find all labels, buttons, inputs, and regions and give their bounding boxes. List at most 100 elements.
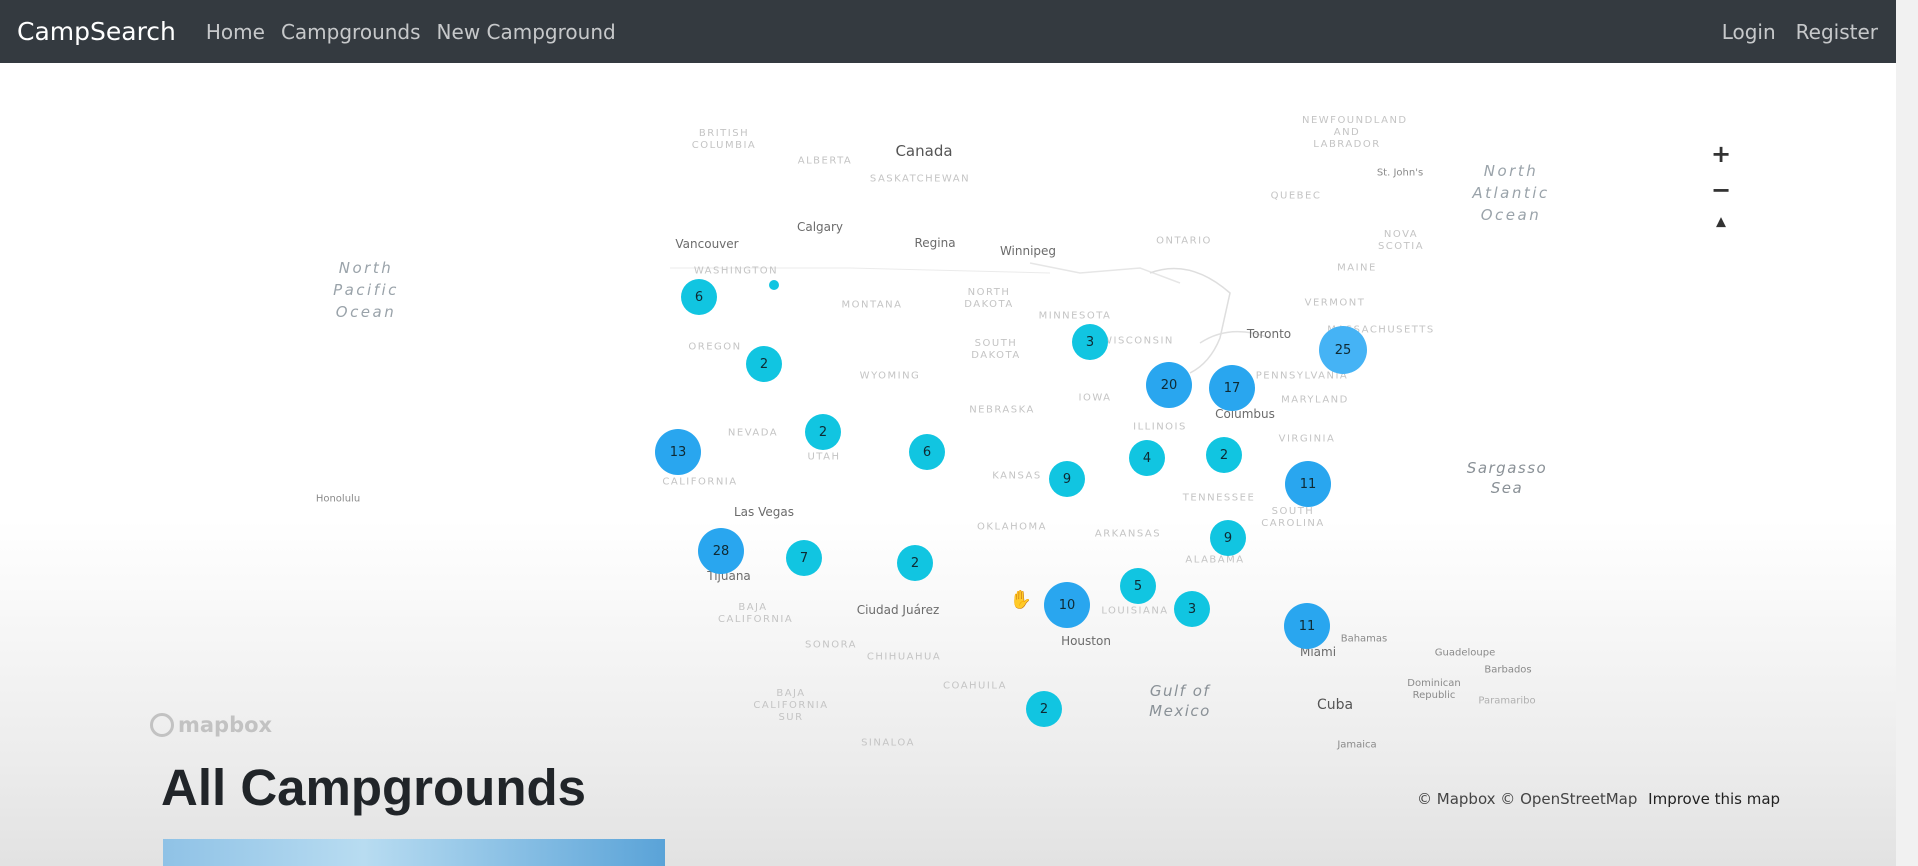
cluster-marker[interactable]: 2 — [897, 545, 933, 581]
region-label: MINNESOTA — [1038, 310, 1112, 322]
ocean-label-north-atlantic: North Atlantic Ocean — [1472, 160, 1549, 226]
nav-new-campground-link[interactable]: New Campground — [437, 20, 616, 44]
cluster-marker[interactable]: 2 — [746, 346, 782, 382]
cluster-marker[interactable]: 6 — [681, 279, 717, 315]
city-label: Las Vegas — [734, 505, 794, 519]
region-label: WISCONSIN — [1102, 335, 1174, 347]
region-label: CALIFORNIA — [662, 476, 738, 488]
compass-button[interactable]: ▲ — [1716, 215, 1726, 230]
cluster-marker[interactable]: 7 — [786, 540, 822, 576]
region-label: ALBERTA — [797, 155, 853, 167]
region-label: SOUTH DAKOTA — [971, 338, 1021, 361]
ocean-label-line: Ocean — [1480, 206, 1542, 224]
cluster-map[interactable]: North Pacific Ocean North Atlantic Ocean… — [150, 63, 1780, 808]
cluster-marker[interactable]: 2 — [805, 414, 841, 450]
cluster-marker[interactable]: 2 — [1026, 691, 1062, 727]
city-label: Bahamas — [1340, 633, 1388, 645]
region-label: OKLAHOMA — [977, 521, 1047, 533]
cluster-marker[interactable]: 9 — [1049, 461, 1085, 497]
map-border-line — [1029, 262, 1181, 284]
region-label: BRITISH COLUMBIA — [691, 128, 757, 151]
region-label: ALABAMA — [1185, 554, 1245, 566]
cluster-marker[interactable]: 9 — [1210, 520, 1246, 556]
brand-link[interactable]: CampSearch — [17, 17, 176, 46]
cluster-marker[interactable]: 25 — [1319, 326, 1367, 374]
region-label: COAHUILA — [943, 680, 1007, 692]
nav-campgrounds-link[interactable]: Campgrounds — [281, 20, 421, 44]
great-lakes-outline — [1149, 267, 1231, 374]
region-label: LOUISIANA — [1101, 605, 1169, 617]
mapbox-logo[interactable]: mapbox — [150, 713, 272, 737]
region-label: QUEBEC — [1270, 190, 1322, 202]
cluster-marker[interactable]: 28 — [698, 528, 744, 574]
cluster-marker[interactable]: 17 — [1209, 365, 1255, 411]
navbar: CampSearch Home Campgrounds New Campgrou… — [0, 0, 1896, 63]
login-link[interactable]: Login — [1722, 20, 1776, 44]
region-label: WASHINGTON — [693, 265, 779, 277]
cluster-marker[interactable]: 10 — [1044, 582, 1090, 628]
page-scrollbar[interactable] — [1896, 0, 1918, 866]
cluster-marker[interactable]: 3 — [1174, 591, 1210, 627]
city-label: Toronto — [1246, 327, 1292, 341]
ocean-label-line: North — [338, 259, 394, 277]
page-title: All Campgrounds — [161, 759, 587, 816]
region-label: ONTARIO — [1156, 235, 1212, 247]
city-label: Barbados — [1484, 664, 1532, 676]
region-label: SOUTH CAROLINA — [1261, 506, 1325, 529]
register-link[interactable]: Register — [1796, 20, 1878, 44]
mapbox-logo-icon — [150, 713, 174, 737]
nav-right: Login Register — [1702, 0, 1878, 63]
region-label: NOVA SCOTIA — [1377, 229, 1425, 252]
cluster-marker[interactable]: 11 — [1285, 461, 1331, 507]
grab-cursor-icon: ✋ — [1009, 589, 1033, 611]
region-label: MONTANA — [841, 299, 903, 311]
city-label: Dominican Republic — [1407, 678, 1461, 701]
campground-card-image[interactable] — [163, 839, 665, 866]
city-label: Jamaica — [1337, 739, 1377, 751]
map-attribution: © Mapbox © OpenStreetMap Improve this ma… — [1417, 790, 1780, 808]
region-label: OREGON — [688, 341, 742, 353]
ocean-label-line: Ocean — [335, 303, 397, 321]
cluster-marker[interactable]: 4 — [1129, 440, 1165, 476]
ocean-label-north-pacific: North Pacific Ocean — [333, 257, 399, 323]
city-label: Calgary — [796, 220, 844, 234]
ocean-label-line: Pacific — [333, 281, 399, 299]
ocean-label-line: North — [1483, 162, 1539, 180]
region-label: VERMONT — [1304, 297, 1366, 309]
region-label: MARYLAND — [1281, 394, 1349, 406]
cluster-marker[interactable]: 5 — [1120, 568, 1156, 604]
region-label: NEWFOUNDLAND AND LABRADOR — [1302, 115, 1408, 150]
cluster-marker[interactable]: 2 — [1206, 437, 1242, 473]
region-label: UTAH — [807, 451, 841, 463]
country-label-canada: Canada — [895, 142, 953, 160]
city-label: Guadeloupe — [1434, 647, 1496, 659]
zoom-in-button[interactable]: + — [1711, 140, 1731, 168]
region-label: WYOMING — [859, 370, 921, 382]
region-label: BAJA CALIFORNIA SUR — [753, 688, 829, 723]
region-label: KANSAS — [992, 470, 1042, 482]
region-label: VIRGINIA — [1278, 433, 1336, 445]
ocean-label-line: Atlantic — [1472, 184, 1550, 202]
city-label: Regina — [914, 236, 956, 250]
cluster-marker[interactable]: 6 — [909, 434, 945, 470]
city-label: Ciudad Juárez — [856, 603, 940, 617]
city-label: Houston — [1061, 634, 1111, 648]
sea-label-gulf-of-mexico: Gulf of Mexico — [1149, 682, 1211, 720]
city-label: St. John's — [1376, 167, 1424, 179]
cluster-marker[interactable]: 20 — [1146, 362, 1192, 408]
improve-map-link[interactable]: Improve this map — [1648, 790, 1780, 808]
region-label: NORTH DAKOTA — [964, 287, 1014, 310]
cluster-marker[interactable]: 11 — [1284, 603, 1330, 649]
city-label: Paramaribo — [1478, 695, 1536, 707]
zoom-out-button[interactable]: − — [1711, 176, 1731, 204]
cluster-marker[interactable]: 13 — [655, 429, 701, 475]
nav-home-link[interactable]: Home — [206, 20, 265, 44]
region-label: IOWA — [1078, 392, 1112, 404]
region-label: CHIHUAHUA — [866, 651, 942, 663]
sea-label-sargasso: Sargasso Sea — [1466, 459, 1548, 497]
attribution-text[interactable]: © Mapbox © OpenStreetMap — [1417, 790, 1637, 808]
region-label: SONORA — [805, 639, 857, 651]
region-label: SINALOA — [861, 737, 915, 749]
cluster-marker[interactable]: 3 — [1072, 324, 1108, 360]
single-marker[interactable] — [769, 280, 779, 290]
